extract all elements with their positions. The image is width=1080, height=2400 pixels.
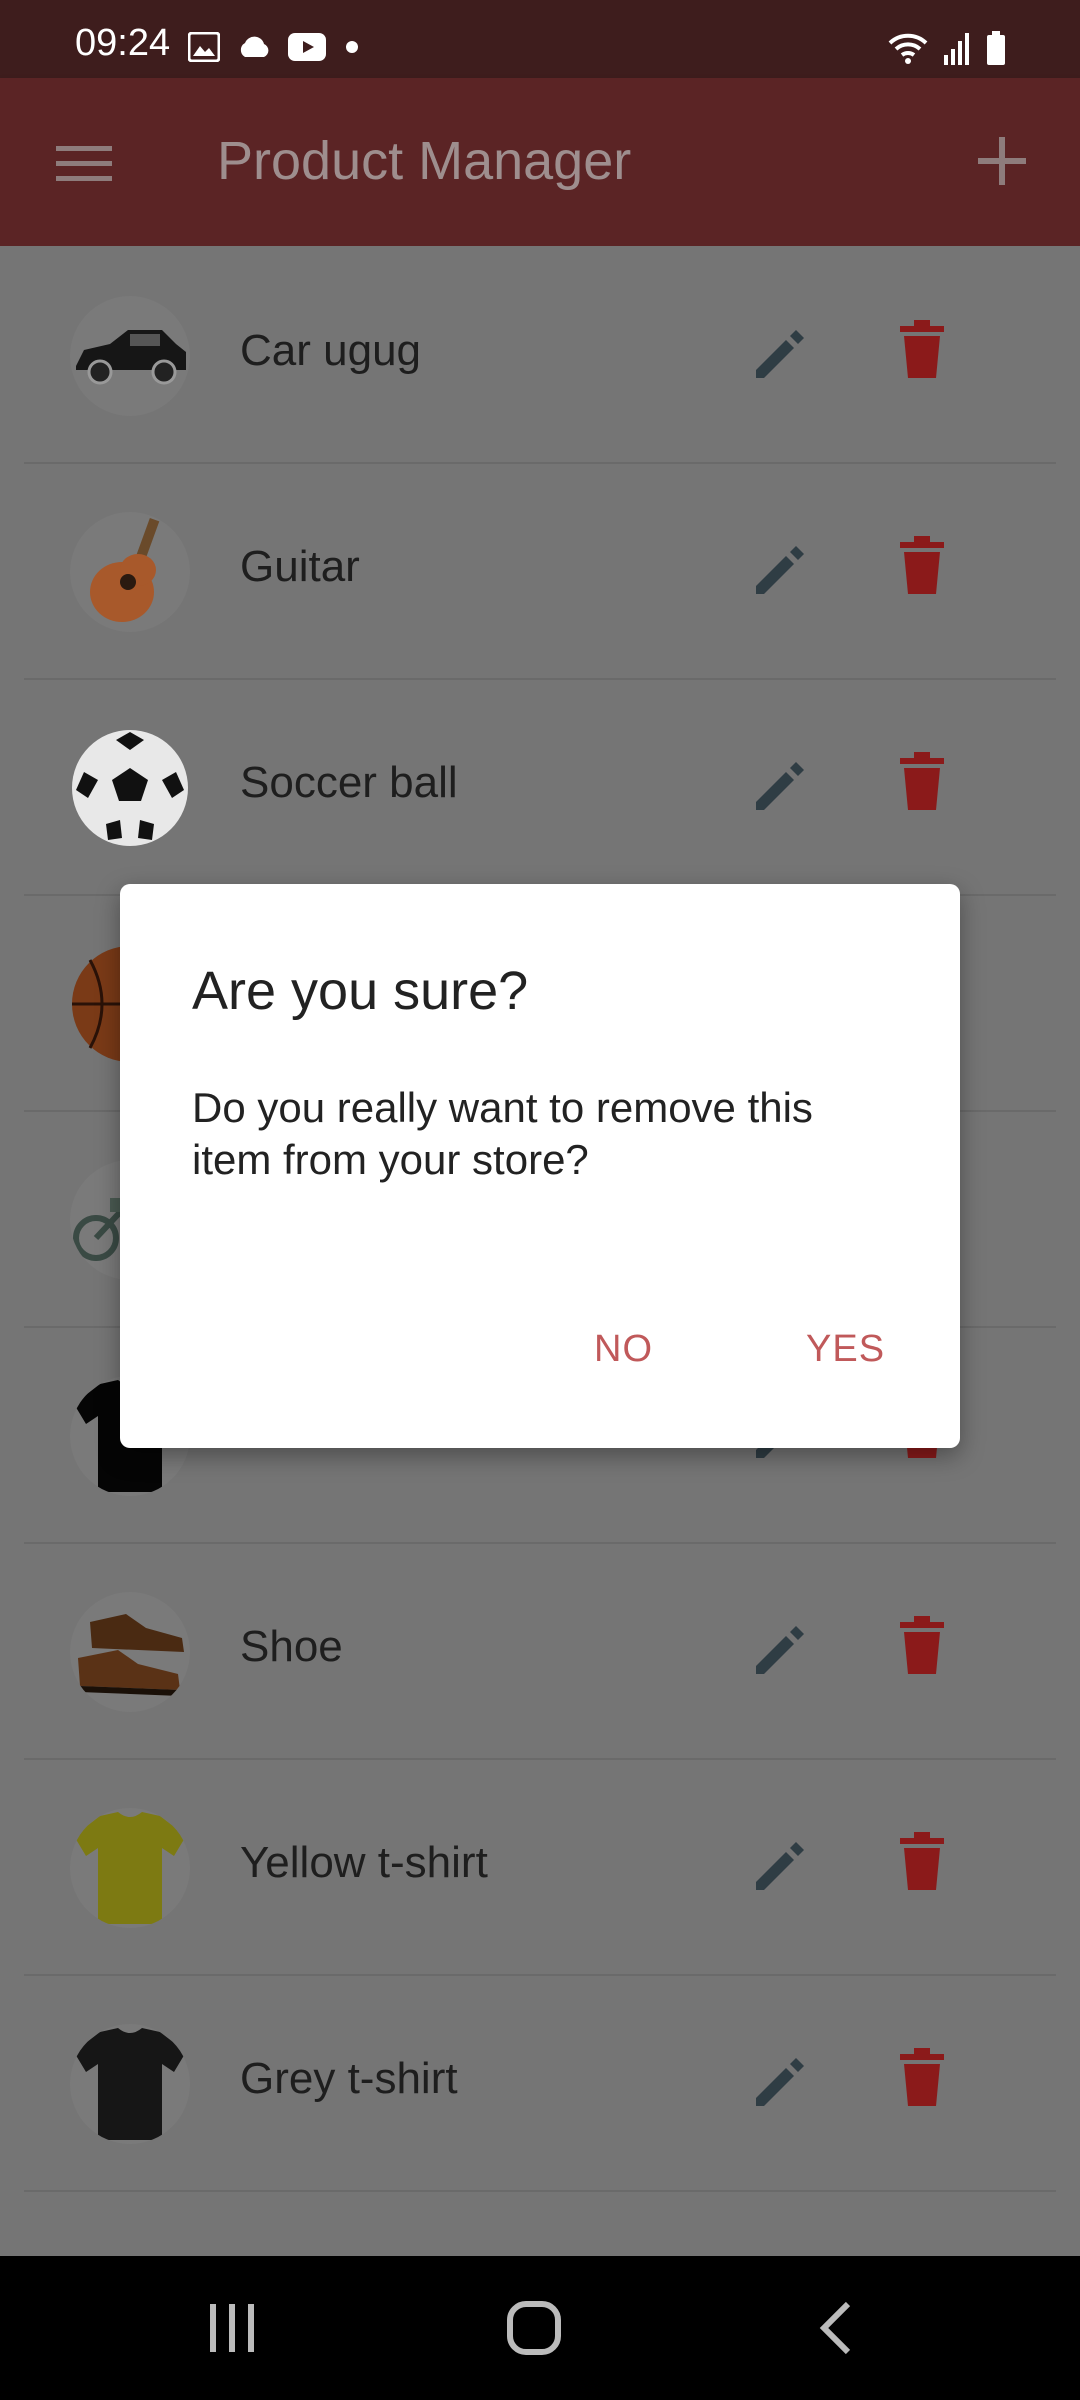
dialog-title: Are you sure? — [192, 961, 529, 1021]
confirm-dialog: Are you sure? Do you really want to remo… — [120, 884, 960, 1448]
dialog-message: Do you really want to remove this item f… — [192, 1084, 813, 1183]
back-icon[interactable] — [816, 2300, 856, 2356]
no-button[interactable]: NO — [594, 1328, 653, 1371]
recent-apps-icon[interactable] — [206, 2300, 258, 2356]
yes-button[interactable]: YES — [806, 1328, 885, 1371]
navigation-bar — [0, 2256, 1080, 2400]
home-icon[interactable] — [506, 2300, 562, 2356]
